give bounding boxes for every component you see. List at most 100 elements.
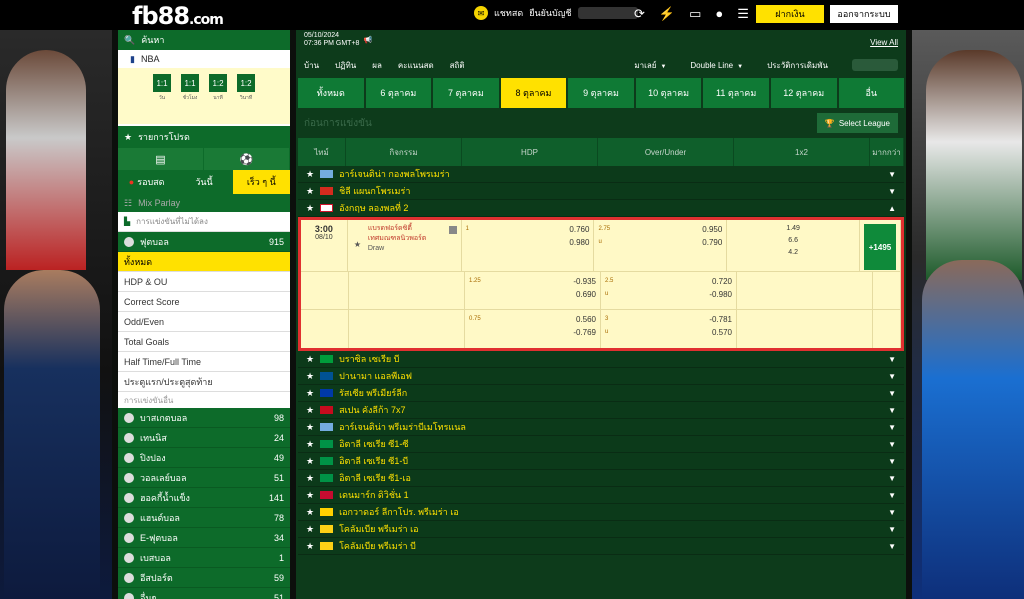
sidebar-item-table-tennis[interactable]: ปิงปอง 49: [118, 448, 290, 468]
tab-oct-7[interactable]: 7 ตุลาคม: [433, 78, 499, 108]
odds-value[interactable]: -0.769: [469, 326, 596, 339]
filter-calendar[interactable]: ปฏิทิน: [335, 59, 356, 72]
tab-oct-10[interactable]: 10 ตุลาคม: [635, 78, 702, 108]
stats-icon[interactable]: [448, 226, 457, 234]
select-league-button[interactable]: 🏆 Select League: [816, 113, 898, 133]
lightning-icon[interactable]: ⚡: [659, 6, 675, 22]
chevron-down-icon[interactable]: ▼: [888, 170, 896, 179]
sub-item-total-goals[interactable]: Total Goals: [118, 332, 290, 352]
hdp-cell[interactable]: 1 0.760 0.980: [462, 220, 595, 271]
star-icon[interactable]: ★: [306, 439, 314, 450]
odds-home[interactable]: 1.49: [727, 223, 859, 235]
league-row[interactable]: ★ เอกวาดอร์ ลีกาโปร. พรีเมร่า เอ ▼: [298, 504, 904, 521]
line-type-select[interactable]: Double Line ▼: [690, 61, 743, 70]
league-row[interactable]: ★ บราซิล เซเรีย บี ▼: [298, 351, 904, 368]
view-all-link[interactable]: View All: [870, 38, 898, 47]
chevron-down-icon[interactable]: ▼: [888, 389, 896, 398]
deposit-button[interactable]: ฝากเงิน: [756, 5, 824, 23]
odds-value[interactable]: 0.560: [576, 313, 596, 326]
odds-value[interactable]: 0.980: [466, 236, 589, 249]
star-icon[interactable]: ★: [306, 354, 314, 365]
sub-item-all[interactable]: ทั้งหมด: [118, 252, 290, 272]
league-row[interactable]: ★ รัสเซีย พรีเมียร์ลีก ▼: [298, 385, 904, 402]
filter-results[interactable]: ผล: [372, 59, 382, 72]
league-row[interactable]: ★ ปานามา แอลพีเอฟ ▼: [298, 368, 904, 385]
league-row[interactable]: ★ อาร์เจนติน่า กองพลโพรเมร่า ▼: [298, 166, 904, 183]
mix-parlay-item[interactable]: ☷ Mix Parlay: [118, 194, 290, 212]
star-icon[interactable]: ★: [306, 422, 314, 433]
chevron-down-icon[interactable]: ▼: [888, 440, 896, 449]
sub-item-odd-even[interactable]: Odd/Even: [118, 312, 290, 332]
filter-live-score[interactable]: คะแนนสด: [398, 59, 434, 72]
list-icon[interactable]: ☰: [737, 6, 749, 22]
star-icon[interactable]: ★: [306, 371, 314, 382]
bet-history-link[interactable]: ประวัติการเดิมพัน: [767, 59, 828, 72]
refresh-icon[interactable]: ⟳: [634, 6, 645, 22]
league-row[interactable]: ★ โคลัมเบีย พรีเมร่า บี ▼: [298, 538, 904, 555]
star-icon[interactable]: ★: [306, 473, 314, 484]
odds-value[interactable]: -0.935: [573, 275, 596, 288]
1x2-cell[interactable]: 1.49 6.6 4.2: [727, 220, 860, 271]
sidebar-item-ice-hockey[interactable]: ฮอคกี้น้ำแข็ง 141: [118, 488, 290, 508]
message-icon[interactable]: ▤: [118, 148, 204, 170]
verify-account-link[interactable]: ยืนยันบัญชี: [529, 6, 571, 20]
brand-logo[interactable]: fb88.com: [132, 2, 224, 30]
league-row[interactable]: ★ อังกฤษ ลองพลที่ 2 ▲: [298, 200, 904, 217]
chevron-down-icon[interactable]: ▼: [888, 457, 896, 466]
star-icon[interactable]: ★: [306, 490, 314, 501]
chevron-down-icon[interactable]: ▼: [888, 187, 896, 196]
odds-type-select[interactable]: มาเลย์ ▼: [634, 59, 666, 72]
tab-early[interactable]: เร็ว ๆ นี้: [232, 170, 290, 194]
star-icon[interactable]: ★: [306, 507, 314, 518]
star-icon[interactable]: ★: [306, 388, 314, 399]
sidebar-item-baseball[interactable]: เบสบอล 1: [118, 548, 290, 568]
odds-draw[interactable]: 4.2: [727, 247, 859, 259]
star-icon[interactable]: ★: [354, 240, 361, 250]
league-row[interactable]: ★ อิตาลี เซเรีย ซี1-เอ ▼: [298, 470, 904, 487]
tab-today[interactable]: วันนี้: [175, 170, 233, 194]
chevron-down-icon[interactable]: ▼: [888, 525, 896, 534]
odds-value[interactable]: 0.570: [712, 326, 732, 339]
nba-banner[interactable]: ▮ NBA: [118, 50, 290, 68]
league-row[interactable]: ★ สเปน คังลีก้า 7x7 ▼: [298, 402, 904, 419]
sidebar-search[interactable]: 🔍 ค้นหา: [118, 30, 290, 50]
sub-item-ht-ft[interactable]: Half Time/Full Time: [118, 352, 290, 372]
star-icon[interactable]: ★: [306, 405, 314, 416]
sidebar-item-esports[interactable]: อีสปอร์ต 59: [118, 568, 290, 588]
tab-oct-8[interactable]: 8 ตุลาคม: [500, 78, 567, 108]
vip-icon[interactable]: ▭: [689, 6, 701, 22]
sub-item-correct-score[interactable]: Correct Score: [118, 292, 290, 312]
star-icon[interactable]: ★: [306, 456, 314, 467]
filter-stats[interactable]: สถิติ: [450, 59, 465, 72]
star-icon[interactable]: ★: [306, 186, 314, 197]
sidebar-item-other[interactable]: อื่นๆ 51: [118, 588, 290, 599]
sidebar-item-volleyball[interactable]: วอลเลย์บอล 51: [118, 468, 290, 488]
tab-other[interactable]: อื่น: [838, 78, 905, 108]
sidebar-item-handball[interactable]: แฮนด์บอล 78: [118, 508, 290, 528]
star-icon[interactable]: ★: [306, 541, 314, 552]
chevron-down-icon[interactable]: ▼: [888, 355, 896, 364]
chevron-down-icon[interactable]: ▼: [888, 423, 896, 432]
chevron-down-icon[interactable]: ▼: [888, 406, 896, 415]
outright-item[interactable]: ▙ การแข่งขันที่ไม่ได้ลง: [118, 212, 290, 232]
league-row[interactable]: ★ โคลัมเบีย พรีเมร่า เอ ▼: [298, 521, 904, 538]
star-icon[interactable]: ★: [306, 169, 314, 180]
star-icon[interactable]: ★: [306, 203, 314, 214]
chevron-up-icon[interactable]: ▲: [888, 204, 896, 213]
odds-value[interactable]: 0.720: [712, 275, 732, 288]
odds-value[interactable]: 0.950: [702, 223, 722, 236]
chevron-down-icon[interactable]: ▼: [888, 474, 896, 483]
favorites-header[interactable]: ★ รายการโปรด: [118, 126, 290, 148]
league-row[interactable]: ★ อิตาลี เซเรีย ซี1-ซี ▼: [298, 436, 904, 453]
odds-away[interactable]: 6.6: [727, 235, 859, 247]
more-markets-button[interactable]: +1495: [863, 224, 896, 270]
odds-value[interactable]: 0.790: [702, 236, 722, 249]
sub-item-hdp-ou[interactable]: HDP & OU: [118, 272, 290, 292]
chevron-down-icon[interactable]: ▼: [888, 508, 896, 517]
odds-value[interactable]: 0.690: [469, 288, 596, 301]
odds-value[interactable]: -0.781: [709, 313, 732, 326]
tab-oct-11[interactable]: 11 ตุลาคม: [703, 78, 769, 108]
sidebar-item-football[interactable]: ฟุตบอล 915: [118, 232, 290, 252]
hdp-cell[interactable]: 1.25 -0.935 0.690: [465, 272, 601, 309]
star-icon[interactable]: ★: [306, 524, 314, 535]
